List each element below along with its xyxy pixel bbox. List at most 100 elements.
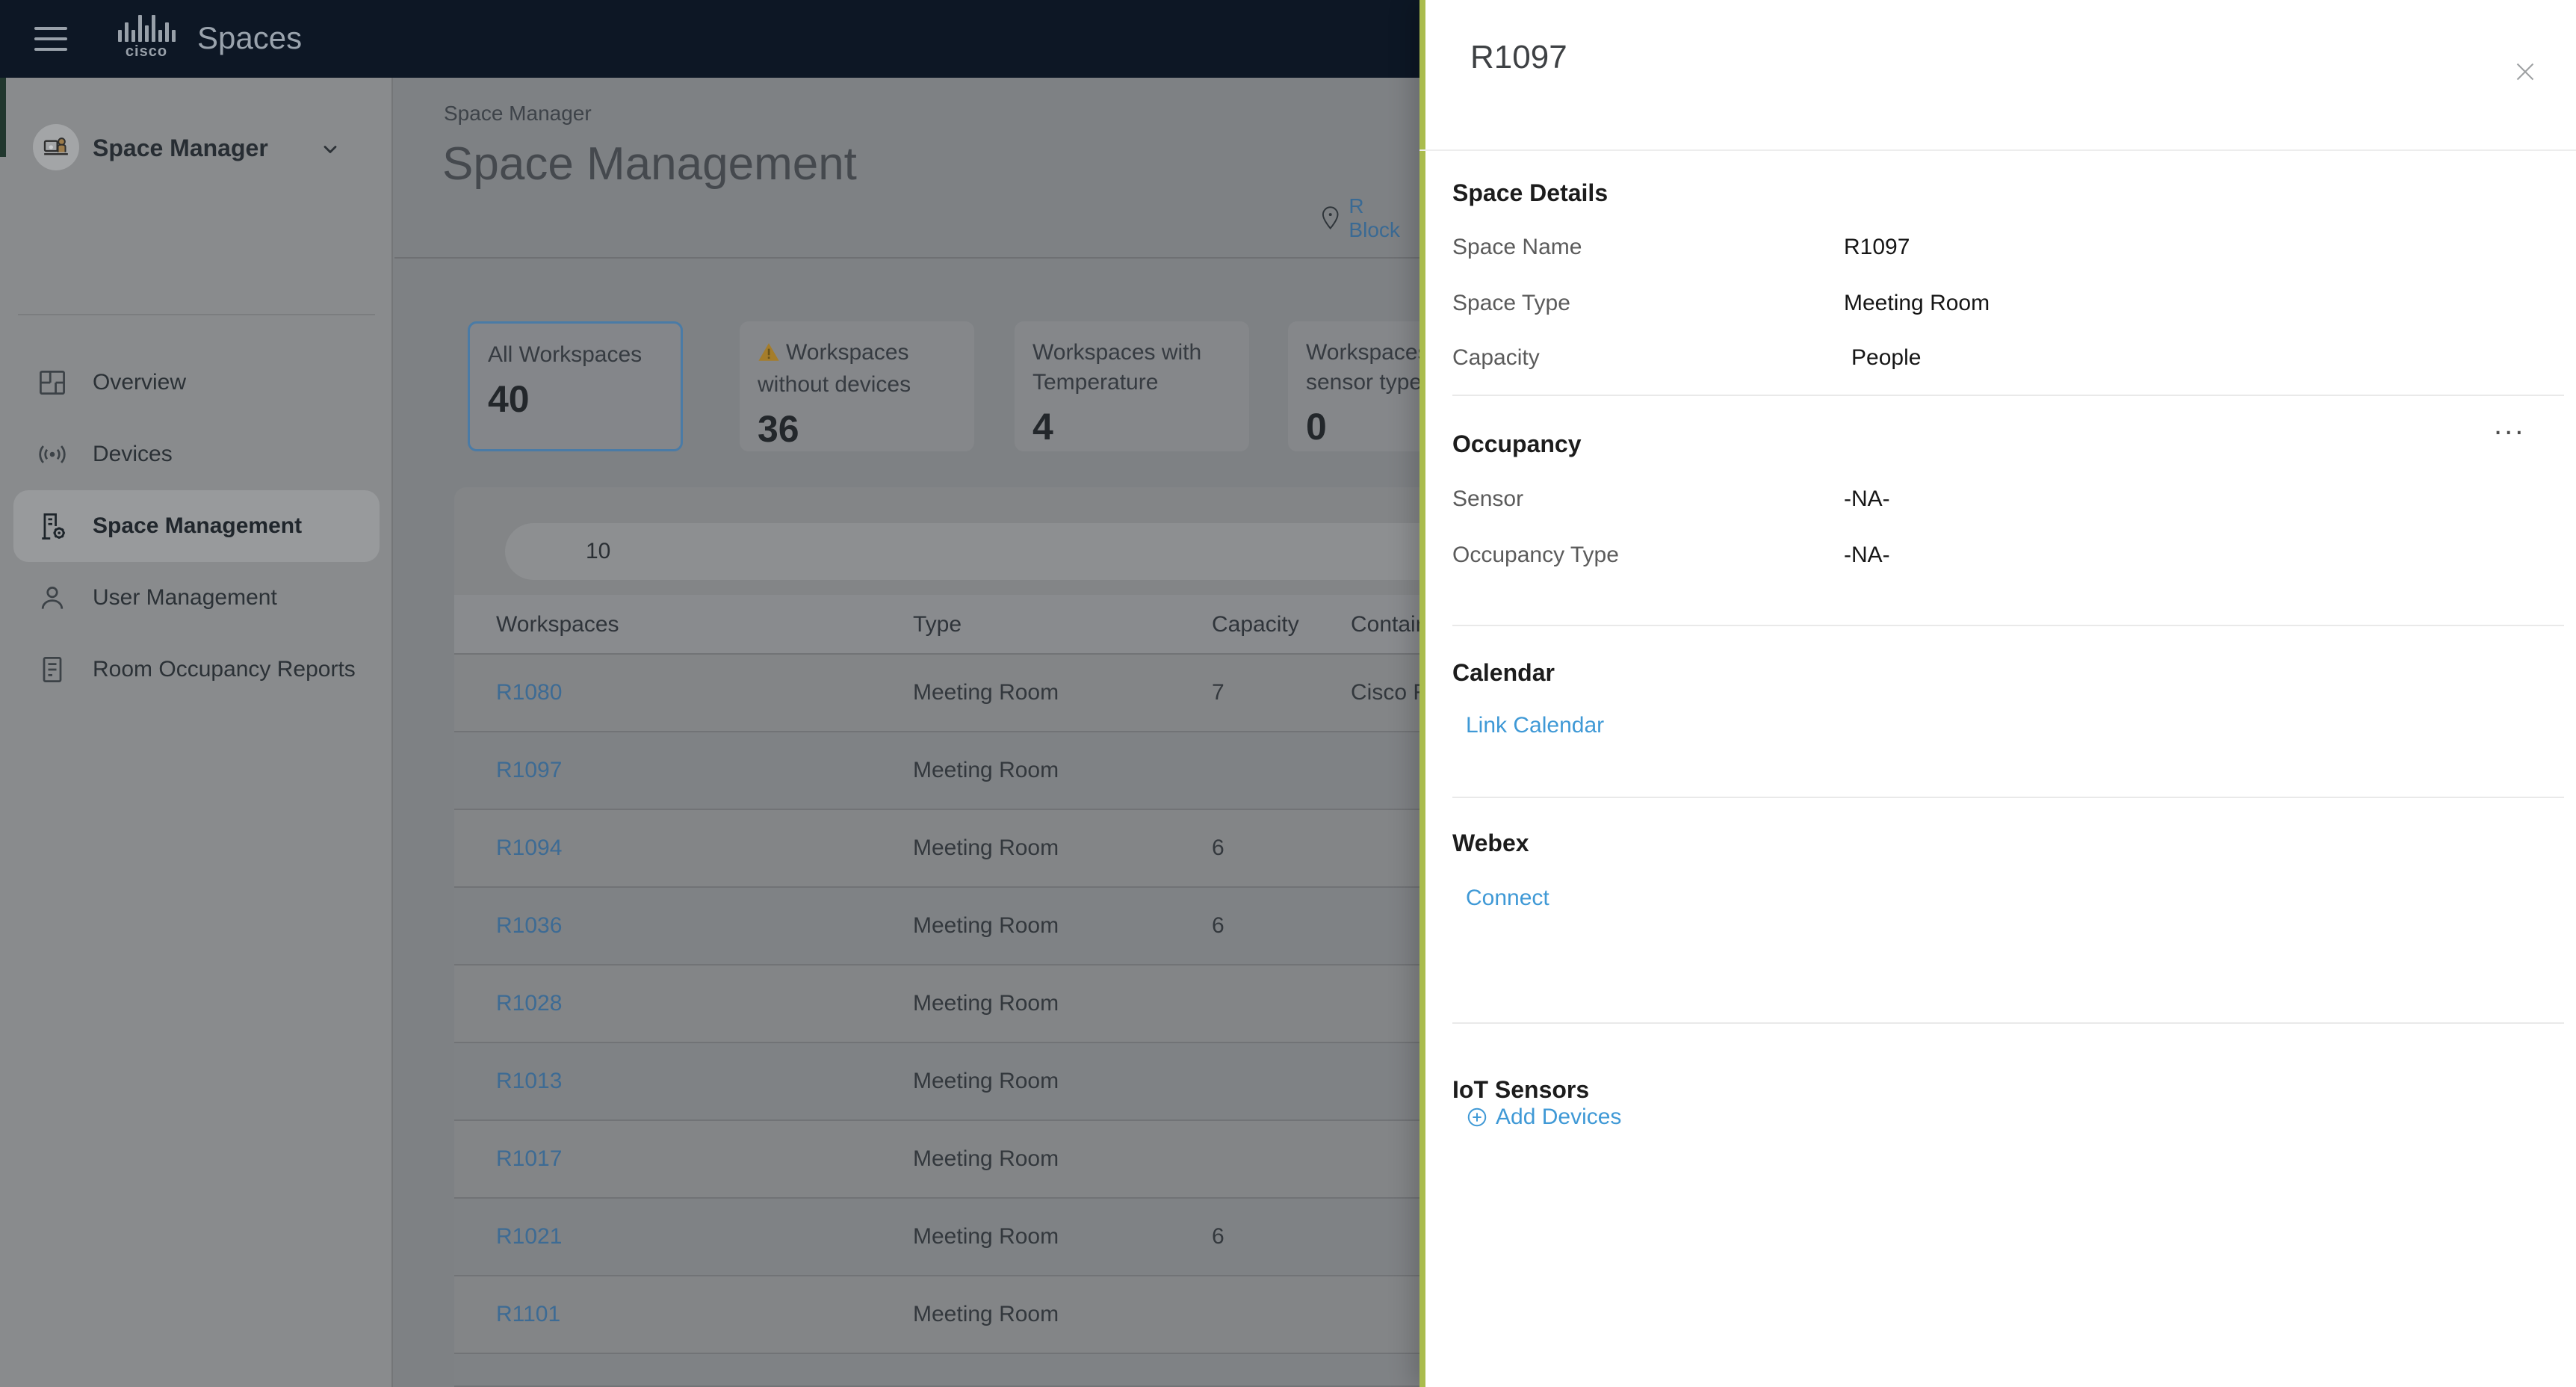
app-switcher-label: Space Manager	[93, 135, 268, 161]
capacity-cell: 6	[1212, 913, 1224, 938]
webex-connect-link[interactable]: Connect	[1466, 886, 1549, 911]
app-switcher[interactable]: Space Manager	[0, 123, 393, 175]
drawer-accent-bar	[1419, 0, 1425, 1387]
cisco-spaces-app: cisco Spaces Space Manager Overview Devi…	[0, 0, 2576, 1387]
field-value: R1097	[1844, 235, 1910, 259]
table-row[interactable]: R1097 Meeting Room	[454, 732, 1524, 810]
field-value: -NA-	[1844, 486, 1890, 511]
type-cell: Meeting Room	[913, 1069, 1059, 1093]
card-value: 40	[488, 378, 530, 420]
section-heading-space-details: Space Details	[1452, 179, 1609, 206]
table-row[interactable]: R1017 Meeting Room	[454, 1121, 1524, 1199]
workspace-link[interactable]: R1028	[496, 966, 562, 1042]
add-devices-label: Add Devices	[1496, 1105, 1622, 1129]
workspace-link[interactable]: R1101	[496, 1276, 560, 1353]
plus-circle-icon	[1467, 1108, 1487, 1127]
close-icon[interactable]	[2512, 58, 2539, 85]
section-heading-webex: Webex	[1452, 830, 1529, 856]
field-value: Meeting Room	[1844, 291, 1990, 315]
main-content: Space Manager Space Management R Block A…	[394, 78, 1524, 1387]
card-label: Workspaces	[1306, 340, 1429, 365]
sidebar-item-room-occupancy-reports[interactable]: Room Occupancy Reports	[13, 634, 380, 705]
content-divider	[394, 257, 1419, 259]
table-header-row: Workspaces Type Capacity Containers	[454, 595, 1524, 655]
link-calendar-link[interactable]: Link Calendar	[1466, 713, 1604, 738]
containers-cell: Cisco R	[1351, 680, 1430, 705]
location-label: R Block	[1349, 194, 1400, 241]
card-workspaces-without-devices[interactable]: Workspaces without devices 36	[740, 321, 974, 451]
drawer-title: R1097	[1470, 39, 1567, 75]
capacity-cell: 7	[1212, 680, 1224, 705]
divider	[1452, 395, 2564, 396]
space-manager-avatar-icon	[33, 124, 79, 170]
space-detail-drawer: R1097 Space Details Space Name R1097 Spa…	[1419, 0, 2576, 1387]
workspace-link[interactable]: R1097	[496, 732, 562, 809]
sidebar-item-label: Room Occupancy Reports	[93, 657, 356, 682]
hamburger-menu-icon[interactable]	[34, 27, 67, 51]
workspace-link[interactable]: R1013	[496, 1043, 562, 1119]
table-body: R1080 Meeting Room 7 Cisco R R1097 Meeti…	[454, 655, 1524, 1387]
summary-cards: All Workspaces 40 Workspaces without dev…	[394, 321, 1523, 451]
table-row[interactable]: R1028 Meeting Room	[454, 966, 1524, 1043]
field-value: People	[1851, 345, 1922, 370]
workspace-link[interactable]: R1094	[496, 810, 562, 886]
capacity-cell: 6	[1212, 835, 1224, 860]
workspace-link[interactable]: R1080	[496, 655, 562, 731]
report-document-icon	[36, 653, 69, 686]
divider	[1452, 1022, 2564, 1024]
sidebar-item-overview[interactable]: Overview	[13, 347, 380, 418]
more-options-icon[interactable]: ...	[2494, 410, 2525, 439]
table-row[interactable]: R1080 Meeting Room 7 Cisco R	[454, 655, 1524, 732]
sidebar-item-label: User Management	[93, 585, 277, 610]
chevron-down-icon[interactable]	[320, 139, 341, 164]
type-cell: Meeting Room	[913, 758, 1059, 782]
brand-logo[interactable]: cisco Spaces	[112, 13, 302, 61]
table-row[interactable]: R1094 Meeting Room 6	[454, 810, 1524, 888]
user-icon	[36, 581, 69, 614]
field-label: Space Type	[1452, 291, 1570, 315]
card-label: Workspaces	[786, 340, 909, 365]
location-pin-icon	[1322, 206, 1339, 229]
sidebar-item-user-management[interactable]: User Management	[13, 562, 380, 634]
location-selector[interactable]: R Block	[1319, 194, 1419, 242]
card-all-workspaces[interactable]: All Workspaces 40	[468, 321, 683, 451]
card-label: without devices	[758, 372, 911, 397]
workspace-link[interactable]: R1021	[496, 1199, 562, 1275]
cisco-wordmark: cisco	[125, 43, 168, 60]
warning-icon	[758, 340, 780, 370]
sidebar-item-devices[interactable]: Devices	[13, 418, 380, 490]
card-value: 4	[1032, 406, 1053, 448]
table-row[interactable]: R1101 Meeting Room	[454, 1276, 1524, 1354]
section-heading-iot-sensors: IoT Sensors	[1452, 1076, 1590, 1103]
type-cell: Meeting Room	[913, 680, 1059, 705]
signal-icon	[36, 438, 69, 471]
field-label: Space Name	[1452, 235, 1582, 259]
building-gear-icon	[36, 510, 69, 543]
type-cell: Meeting Room	[913, 1302, 1059, 1326]
divider	[1452, 625, 2564, 626]
card-label: Temperature	[1032, 370, 1159, 395]
field-label: Sensor	[1452, 486, 1524, 511]
floorplan-icon	[36, 366, 69, 399]
card-workspaces-with-temperature[interactable]: Workspaces with Temperature 4	[1015, 321, 1249, 451]
add-devices-button[interactable]: Add Devices	[1466, 1105, 1621, 1130]
sidebar-item-space-management[interactable]: Space Management	[13, 490, 380, 562]
sidebar-item-label: Devices	[93, 442, 173, 466]
sidebar-divider	[18, 314, 375, 315]
column-header-capacity: Capacity	[1212, 612, 1299, 637]
workspace-link[interactable]: R1036	[496, 888, 562, 964]
workspace-link[interactable]: R1017	[496, 1121, 562, 1197]
field-value: -NA-	[1844, 543, 1890, 567]
card-label: Workspaces with	[1032, 340, 1202, 365]
capacity-cell: 6	[1212, 1224, 1224, 1249]
page-title: Space Management	[442, 138, 857, 190]
table-row[interactable]: R1021 Meeting Room 6	[454, 1199, 1524, 1276]
workspace-table: Workspaces Type Capacity Containers R108…	[454, 487, 1524, 1387]
table-row[interactable]: R1013 Meeting Room	[454, 1043, 1524, 1121]
type-cell: Meeting Room	[913, 991, 1059, 1016]
breadcrumb[interactable]: Space Manager	[444, 102, 592, 126]
table-row[interactable]: R1036 Meeting Room 6	[454, 888, 1524, 966]
column-header-workspaces: Workspaces	[496, 612, 619, 637]
workspace-search-input[interactable]	[505, 523, 1503, 580]
type-cell: Meeting Room	[913, 835, 1059, 860]
